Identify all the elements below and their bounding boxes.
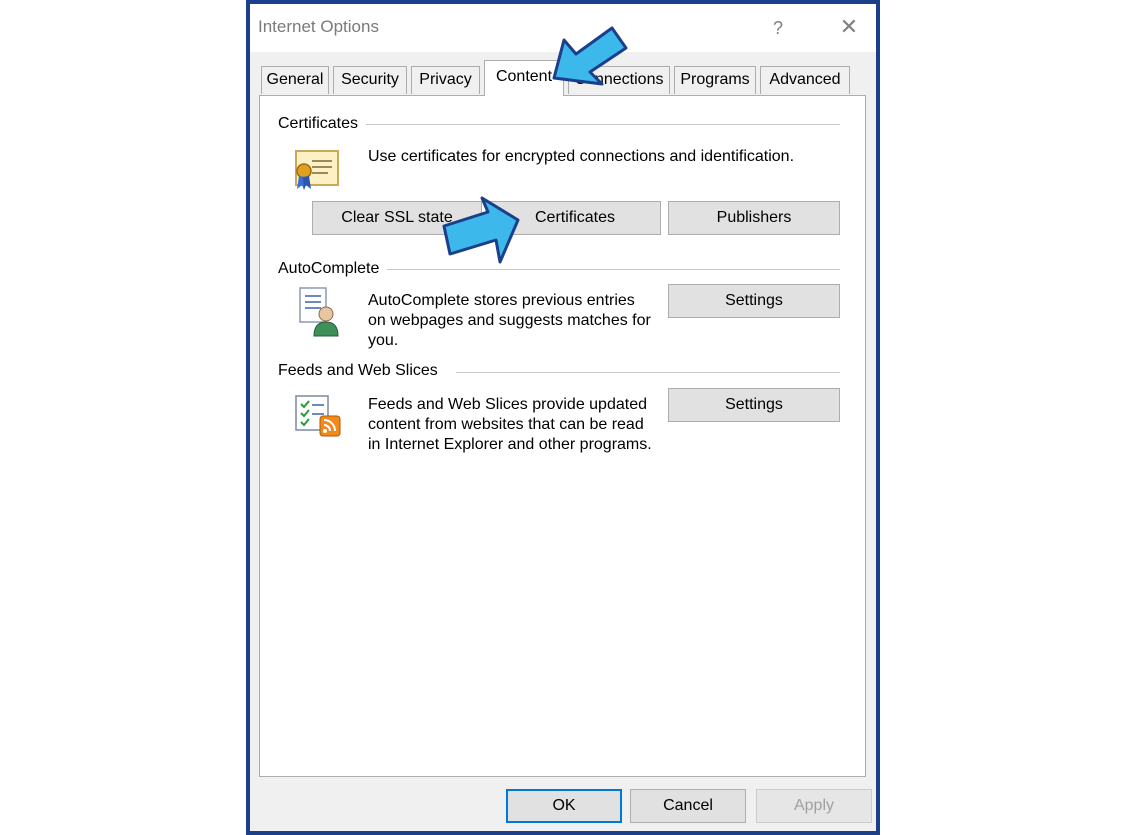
tab-label: Programs bbox=[680, 71, 750, 88]
autocomplete-group-title: AutoComplete bbox=[278, 260, 388, 278]
rss-feed-icon bbox=[295, 395, 341, 437]
content-tab-panel: Certificates Use certificates for encryp… bbox=[259, 95, 866, 777]
close-button[interactable]: ✕ bbox=[834, 12, 864, 44]
tab-label: General bbox=[266, 71, 324, 88]
autocomplete-settings-button[interactable]: Settings bbox=[668, 284, 840, 318]
cancel-button[interactable]: Cancel bbox=[630, 789, 746, 823]
feeds-group-title: Feeds and Web Slices bbox=[278, 362, 446, 380]
feeds-description-line-2: content from websites that can be read bbox=[368, 416, 644, 433]
tab-label: Advanced bbox=[769, 71, 841, 88]
internet-options-dialog: Internet Options ? ✕ General Security Pr… bbox=[246, 0, 880, 835]
feeds-settings-button[interactable]: Settings bbox=[668, 388, 840, 422]
title-bar: Internet Options ? ✕ bbox=[250, 4, 876, 52]
tab-label: Connections bbox=[574, 71, 664, 88]
tab-label: Security bbox=[341, 71, 399, 88]
certificates-group-title: Certificates bbox=[278, 115, 367, 133]
tab-content[interactable]: Content bbox=[484, 60, 564, 96]
tab-label: Privacy bbox=[419, 71, 472, 88]
certificates-group-rule bbox=[360, 124, 840, 125]
tab-general[interactable]: General bbox=[261, 66, 329, 94]
autocomplete-description-line-2: on webpages and suggests matches for bbox=[368, 312, 651, 329]
tab-label: Content bbox=[495, 68, 553, 85]
certificates-description: Use certificates for encrypted connectio… bbox=[368, 148, 795, 165]
tab-advanced[interactable]: Advanced bbox=[760, 66, 850, 94]
autocomplete-description-line-3: you. bbox=[368, 332, 399, 349]
tab-programs[interactable]: Programs bbox=[674, 66, 756, 94]
feeds-description-line-1: Feeds and Web Slices provide updated bbox=[368, 396, 647, 413]
feeds-description-line-3: in Internet Explorer and other programs. bbox=[368, 436, 652, 453]
help-button[interactable]: ? bbox=[764, 12, 792, 44]
clear-ssl-state-button[interactable]: Clear SSL state bbox=[312, 201, 482, 235]
publishers-button[interactable]: Publishers bbox=[668, 201, 840, 235]
apply-button[interactable]: Apply bbox=[756, 789, 872, 823]
certificate-icon bbox=[295, 150, 339, 190]
autocomplete-group-rule bbox=[380, 269, 840, 270]
autocomplete-icon bbox=[299, 287, 339, 337]
tab-privacy[interactable]: Privacy bbox=[411, 66, 480, 94]
window-title: Internet Options bbox=[258, 17, 379, 36]
autocomplete-description-line-1: AutoComplete stores previous entries bbox=[368, 292, 635, 309]
tab-security[interactable]: Security bbox=[333, 66, 407, 94]
ok-button[interactable]: OK bbox=[506, 789, 622, 823]
feeds-group-rule bbox=[456, 372, 840, 373]
certificates-button[interactable]: Certificates bbox=[489, 201, 661, 235]
tab-connections[interactable]: Connections bbox=[568, 66, 670, 94]
